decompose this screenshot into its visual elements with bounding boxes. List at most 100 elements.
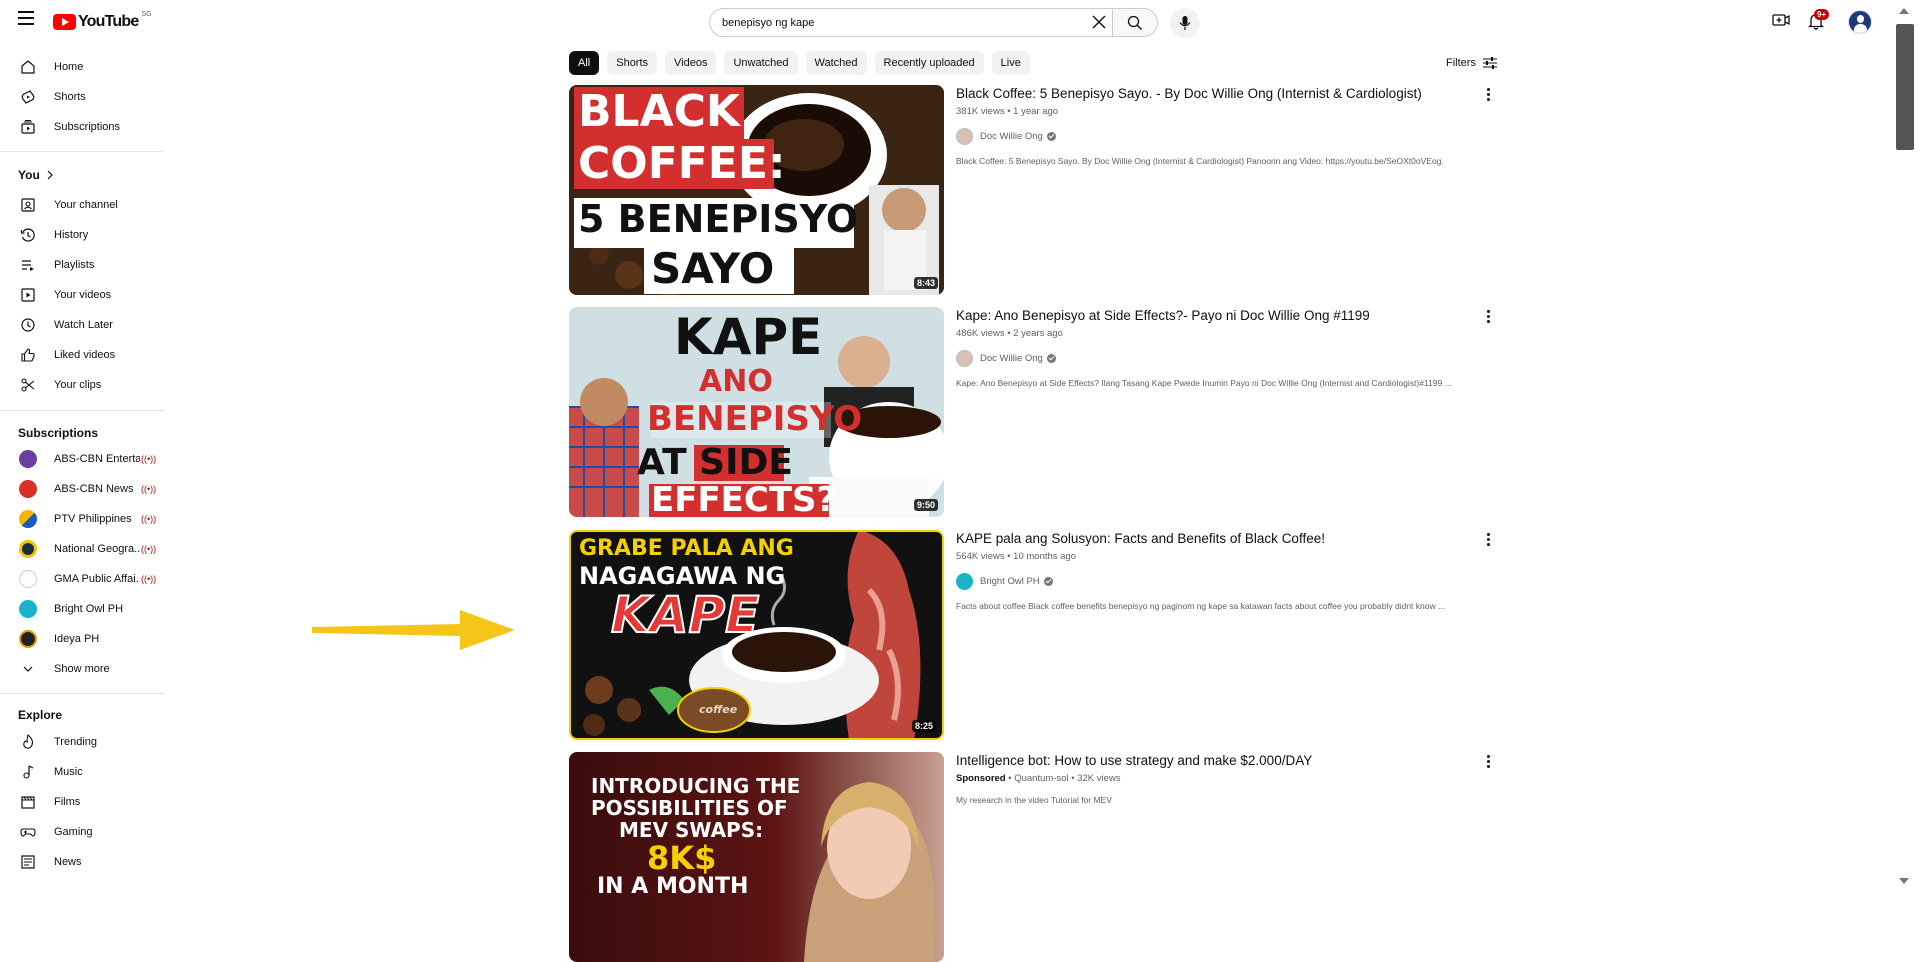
sidebar-item-news[interactable]: News [0,847,164,877]
live-icon: ((•)) [141,484,157,494]
video-title[interactable]: KAPE pala ang Solusyon: Facts and Benefi… [956,531,1325,546]
video-thumbnail[interactable]: KAPE ANO BENEPISYO AT SIDE EFFECTS? 9:50 [569,307,944,517]
subscriptions-icon [20,119,36,135]
chip-live[interactable]: Live [991,51,1030,75]
divider [0,410,164,411]
sidebar-item-label: Watch Later [54,319,113,331]
thumbnail-text: NAGAGAWA NG [579,562,786,590]
verified-icon [1046,354,1056,363]
sidebar-sub-abs-cbn-news[interactable]: ABS-CBN News ((•)) [0,474,164,504]
thumbnail-text: KAPE [610,586,760,644]
more-actions-icon[interactable] [1487,88,1491,103]
sidebar-item-label: ABS-CBN News [54,483,134,495]
video-title[interactable]: Intelligence bot: How to use strategy an… [956,753,1312,768]
channel-link[interactable]: Bright Owl PH [956,573,1053,590]
more-actions-icon[interactable] [1487,533,1491,548]
channel-link[interactable]: Doc Willie Ong [956,128,1056,145]
sidebar-item-liked-videos[interactable]: Liked videos [0,340,164,370]
sidebar-item-label: Music [54,766,83,778]
search-button[interactable] [1112,8,1158,37]
video-description: Black Coffee: 5 Benepisyo Sayo. By Doc W… [956,156,1444,166]
clear-search-icon[interactable] [1088,11,1110,33]
sidebar-sub-bright-owl-ph[interactable]: Bright Owl PH [0,594,164,624]
sidebar-item-watch-later[interactable]: Watch Later [0,310,164,340]
video-description: Facts about coffee Black coffee benefits… [956,601,1446,611]
channel-avatar [19,450,37,468]
liked-videos-icon [20,347,36,363]
divider [0,151,164,152]
video-result: KAPE ANO BENEPISYO AT SIDE EFFECTS? 9:50… [569,307,1499,517]
films-icon [20,794,36,810]
chevron-down-icon [20,661,36,677]
channel-link[interactable]: Doc Willie Ong [956,350,1056,367]
more-actions-icon[interactable] [1487,310,1491,325]
video-thumbnail[interactable]: INTRODUCING THE POSSIBILITIES OF MEV SWA… [569,752,944,962]
sidebar-show-more[interactable]: Show more [0,654,164,684]
sidebar-item-label: Ideya PH [54,633,100,645]
filters-button[interactable]: Filters [1446,56,1498,70]
chip-all[interactable]: All [569,51,600,75]
sidebar-item-your-clips[interactable]: Your clips [0,370,164,400]
channel-name: Doc Willie Ong [980,131,1043,142]
scroll-up-icon[interactable] [1899,8,1909,14]
music-icon [20,764,36,780]
sidebar-item-trending[interactable]: Trending [0,727,164,757]
video-title[interactable]: Kape: Ano Benepisyo at Side Effects?- Pa… [956,308,1370,323]
sidebar-item-label: News [54,856,82,868]
gaming-icon [20,824,36,840]
voice-search-button[interactable] [1170,8,1200,38]
thumbnail-text: BLACK [578,86,741,137]
create-video-icon[interactable] [1772,12,1790,33]
sponsored-result: INTRODUCING THE POSSIBILITIES OF MEV SWA… [569,752,1499,962]
video-description: My research in the video Tutorial for ME… [956,795,1112,805]
chip-shorts[interactable]: Shorts [607,51,658,75]
sidebar-item-films[interactable]: Films [0,787,164,817]
sidebar-item-label: Liked videos [54,349,116,361]
sidebar-sub-gma-public-affairs[interactable]: GMA Public Affai... ((•)) [0,564,164,594]
playlists-icon [20,257,36,273]
menu-icon[interactable] [18,11,34,25]
sidebar-sub-national-geographic[interactable]: National Geogra... ((•)) [0,534,164,564]
thumbnail-text: 8K$ [647,839,717,877]
chip-videos[interactable]: Videos [665,51,717,75]
video-thumbnail[interactable]: GRABE PALA ANG NAGAGAWA NG KAPE coffee 8… [569,530,944,740]
video-meta: 564K views • 10 months ago [956,551,1077,562]
channel-avatar [19,480,37,498]
channel-avatar [956,128,973,145]
country-code: SG [141,10,152,18]
sidebar-item-shorts[interactable]: Shorts [0,82,164,112]
sidebar-item-history[interactable]: History [0,220,164,250]
sidebar-sub-ptv-philippines[interactable]: PTV Philippines ((•)) [0,504,164,534]
more-actions-icon[interactable] [1487,755,1491,770]
sidebar-item-subscriptions[interactable]: Subscriptions [0,112,164,142]
channel-avatar [956,350,973,367]
sidebar-item-label: Gaming [54,826,93,838]
live-icon: ((•)) [141,544,157,554]
sidebar-item-music[interactable]: Music [0,757,164,787]
sidebar-item-home[interactable]: Home [0,52,164,82]
your-channel-icon [20,197,36,213]
account-avatar[interactable] [1848,10,1872,34]
sidebar-sub-abs-cbn-entertainment[interactable]: ABS-CBN Enterta... ((•)) [0,444,164,474]
search-input[interactable] [722,15,1062,31]
sidebar-item-playlists[interactable]: Playlists [0,250,164,280]
chip-recently-uploaded[interactable]: Recently uploaded [874,51,984,75]
video-thumbnail[interactable]: BLACK COFFEE: 5 BENEPISYO SAYO 8:43 [569,85,944,295]
scroll-down-icon[interactable] [1899,878,1909,884]
history-icon [20,227,36,243]
sidebar-you-header[interactable]: You [0,160,164,190]
sidebar-item-label: Show more [54,663,110,675]
chip-unwatched[interactable]: Unwatched [724,51,798,75]
video-title[interactable]: Black Coffee: 5 Benepisyo Sayo. - By Doc… [956,86,1422,101]
thumbnail-text: COFFEE: [578,138,786,189]
sidebar-item-gaming[interactable]: Gaming [0,817,164,847]
sidebar-item-your-channel[interactable]: Your channel [0,190,164,220]
youtube-logo[interactable]: YouTube SG [53,10,152,31]
sidebar-sub-ideya-ph[interactable]: Ideya PH [0,624,164,654]
chip-watched[interactable]: Watched [805,51,867,75]
sidebar-item-label: Trending [54,736,98,748]
sidebar-item-your-videos[interactable]: Your videos [0,280,164,310]
thumbnail-text: AT SIDE [637,442,793,483]
scrollbar-thumb[interactable] [1896,24,1914,150]
sidebar-item-label: Your channel [54,199,118,211]
